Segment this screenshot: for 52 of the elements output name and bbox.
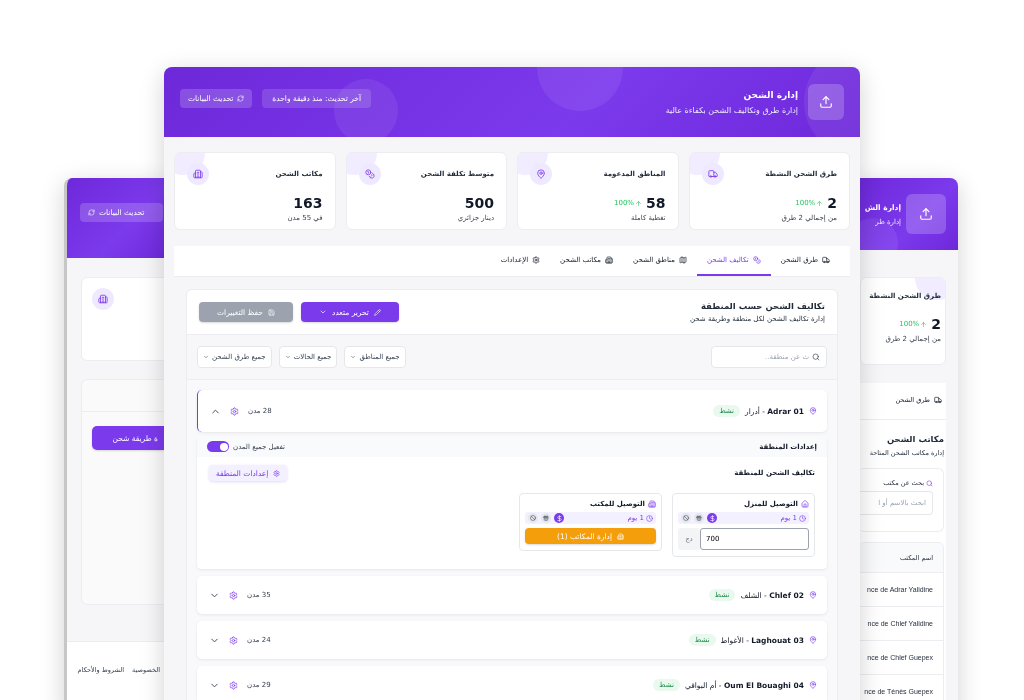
page-title: إدارة الشحن — [742, 89, 798, 100]
building-icon — [617, 532, 625, 540]
stat-value: 500 — [464, 195, 494, 211]
map-icon — [678, 256, 687, 264]
refresh-icon — [88, 209, 95, 216]
chevron-icon — [350, 354, 357, 360]
settings-icon — [532, 256, 541, 264]
ban-icon — [528, 513, 538, 523]
page-subtitle: إدارة طرق وتكاليف الشحن بكفاءة عالية — [665, 105, 798, 115]
chevron-icon — [203, 354, 209, 360]
stat-value: 2 — [827, 195, 837, 211]
pencil-icon — [373, 308, 381, 316]
coins-icon — [752, 256, 761, 264]
gift-icon — [694, 513, 704, 523]
stat-value: 58 — [646, 195, 666, 211]
dollar-icon — [554, 513, 564, 523]
house-icon — [801, 500, 809, 508]
arrow-up-icon — [635, 199, 642, 207]
pin-icon — [809, 636, 817, 644]
pin-icon — [809, 681, 817, 689]
truck-icon — [934, 396, 942, 404]
chevron-icon — [319, 308, 328, 316]
gift-icon — [541, 513, 551, 523]
dollar-icon — [707, 513, 717, 523]
arrow-up-icon — [816, 199, 824, 207]
save-icon — [268, 308, 275, 316]
clock-icon — [799, 514, 806, 522]
ban-icon — [681, 513, 691, 523]
clock-icon — [646, 514, 653, 522]
building-icon — [92, 288, 114, 310]
pin-icon — [809, 591, 817, 599]
settings-icon[interactable] — [229, 590, 238, 600]
section-title: مكاتب الشحن — [885, 434, 944, 444]
pin-icon — [809, 407, 817, 415]
building-icon — [605, 256, 614, 264]
search-icon — [926, 479, 933, 487]
upload-icon — [906, 194, 946, 234]
settings-icon[interactable] — [229, 635, 238, 645]
panel-title: تكاليف الشحن حسب المنطقة — [699, 301, 825, 311]
upload-icon — [808, 84, 844, 120]
settings-icon — [273, 469, 281, 477]
stat-value: 163 — [293, 195, 323, 211]
settings-icon[interactable] — [229, 680, 238, 690]
building-icon — [648, 500, 656, 508]
toggle-switch[interactable] — [207, 441, 229, 452]
search-icon — [812, 353, 820, 361]
truck-icon — [822, 256, 830, 264]
arrow-up-icon — [920, 320, 928, 328]
refresh-icon — [237, 94, 245, 102]
chevron-icon — [284, 354, 291, 360]
settings-icon[interactable] — [230, 406, 239, 416]
stat-value: 2 — [931, 316, 941, 332]
